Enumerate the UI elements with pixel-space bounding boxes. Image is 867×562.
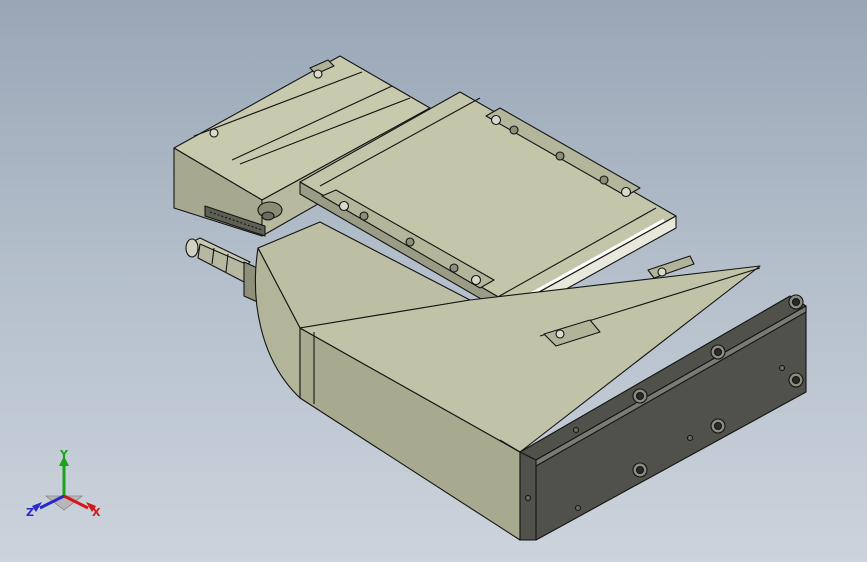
cad-model-linear-actuator[interactable] bbox=[0, 0, 867, 562]
coordinate-triad: Y X Z bbox=[26, 448, 101, 519]
z-axis-label: Z bbox=[26, 506, 34, 519]
sensor-cylinder bbox=[185, 237, 263, 305]
y-axis-label: Y bbox=[59, 448, 69, 461]
x-axis-label: X bbox=[92, 506, 101, 519]
3d-viewport[interactable]: Y X Z bbox=[0, 0, 867, 562]
